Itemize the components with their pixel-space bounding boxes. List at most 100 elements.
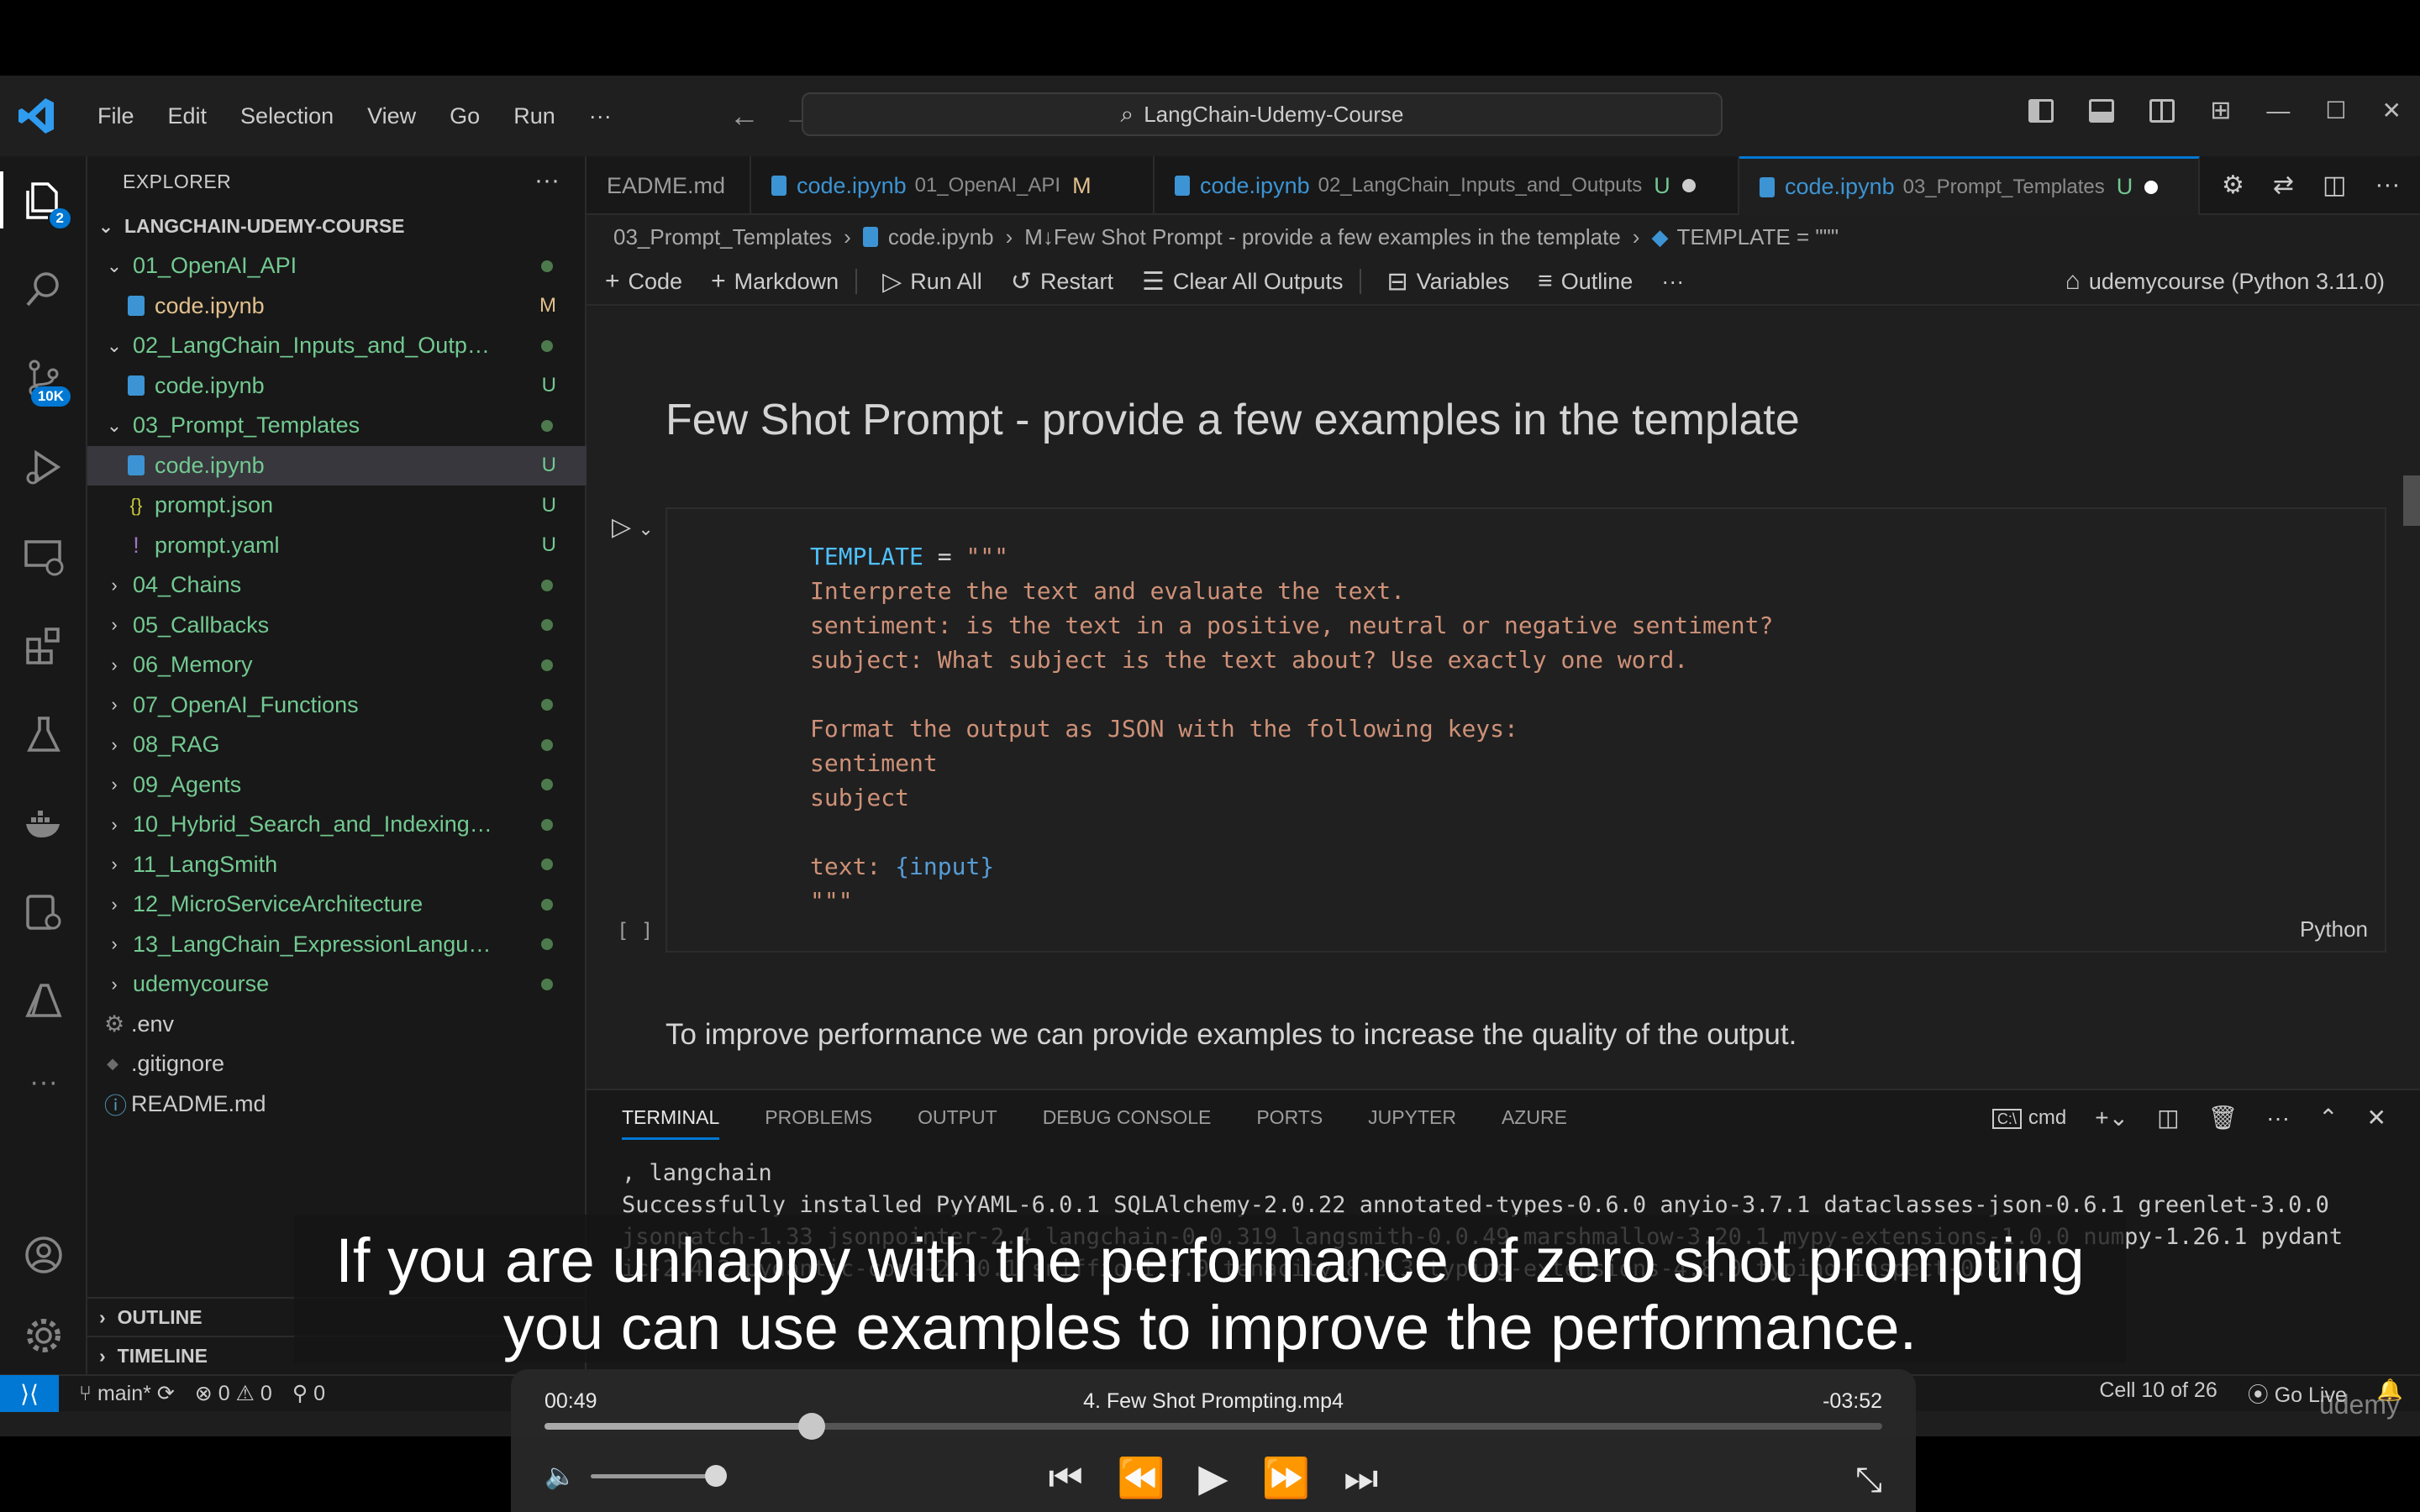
tab-code-01[interactable]: code.ipynb 01_OpenAI_API M — [751, 156, 1155, 215]
tab-code-03[interactable]: code.ipynb 03_Prompt_Templates U — [1739, 156, 2200, 215]
outline-button[interactable]: ≡ Outline — [1538, 267, 1633, 296]
menu-view[interactable]: View — [350, 103, 433, 129]
ports-count[interactable]: ⚲ 0 — [292, 1381, 325, 1406]
panel-tab-jupyter[interactable]: JUPYTER — [1368, 1106, 1456, 1129]
variables-button[interactable]: ⊟ Variables — [1386, 267, 1509, 297]
tree-item[interactable]: › 13_LangChain_ExpressionLanguage — [87, 925, 587, 964]
panel-more-icon[interactable]: ··· — [2266, 1105, 2290, 1131]
toggle-secondary-sidebar-icon[interactable] — [2149, 98, 2175, 123]
tree-item[interactable]: › udemycourse — [87, 964, 587, 1004]
explorer-icon[interactable]: 2 — [0, 160, 87, 240]
menu-file[interactable]: File — [81, 103, 151, 129]
maximize-icon[interactable]: ☐ — [2325, 97, 2346, 124]
unsaved-dot-icon[interactable] — [2144, 180, 2159, 194]
kernel-picker[interactable]: ⌂ udemycourse (Python 3.11.0) — [2065, 267, 2385, 296]
toolbar-more-button[interactable]: ··· — [1661, 269, 1684, 295]
tree-item[interactable]: ! prompt.yaml U — [87, 526, 587, 565]
breadcrumb-folder[interactable]: 03_Prompt_Templates — [613, 224, 832, 250]
tab-more-icon[interactable]: ··· — [2375, 171, 2400, 199]
manage-gear-icon[interactable] — [0, 1295, 87, 1376]
search-icon[interactable] — [0, 249, 87, 329]
seek-knob[interactable] — [798, 1413, 826, 1440]
close-window-icon[interactable]: ✕ — [2382, 97, 2402, 124]
panel-tab-problems[interactable]: PROBLEMS — [765, 1106, 872, 1129]
tree-item[interactable]: › 05_Callbacks — [87, 606, 587, 645]
menu-go[interactable]: Go — [433, 103, 497, 129]
toggle-sidebar-icon[interactable] — [2028, 98, 2054, 123]
jupyter-servers-icon[interactable] — [0, 872, 87, 953]
settings-gear-icon[interactable]: ⚙ — [2222, 171, 2244, 200]
add-markdown-cell-button[interactable]: + Markdown — [711, 267, 839, 296]
tree-item[interactable]: › 06_Memory — [87, 645, 587, 685]
run-all-button[interactable]: ▷ Run All — [882, 267, 982, 297]
docker-icon[interactable] — [0, 783, 87, 864]
chevron-down-icon[interactable]: ⌄ — [638, 518, 653, 539]
problems-count[interactable]: ⊗ 0 ⚠ 0 — [195, 1381, 272, 1406]
tree-item[interactable]: › 10_Hybrid_Search_and_Indexing_A... — [87, 805, 587, 844]
panel-tab-azure[interactable]: AZURE — [1502, 1106, 1567, 1129]
skip-to-end-icon[interactable]: ⏭ — [1344, 1455, 1378, 1502]
tree-item[interactable]: code.ipynb M — [87, 286, 587, 326]
extensions-icon[interactable] — [0, 605, 87, 685]
rewind-icon[interactable]: ⏪ — [1117, 1455, 1165, 1502]
more-views-icon[interactable]: ··· — [0, 1042, 87, 1122]
tab-readme[interactable]: EADME.md — [587, 156, 751, 215]
tree-item[interactable]: ⌄ 02_LangChain_Inputs_and_Outputs — [87, 326, 587, 365]
tree-item[interactable]: › 07_OpenAI_Functions — [87, 685, 587, 725]
compare-changes-icon[interactable]: ⇄ — [2273, 171, 2294, 200]
skip-to-start-icon[interactable]: ⏮ — [1049, 1455, 1083, 1502]
add-code-cell-button[interactable]: + Code — [605, 267, 682, 296]
explorer-more-icon[interactable]: ··· — [534, 166, 560, 195]
tree-item[interactable]: › 09_Agents — [87, 765, 587, 805]
menu-more[interactable]: ··· — [572, 103, 629, 129]
play-icon[interactable]: ▶ — [1198, 1455, 1228, 1502]
unsaved-dot-icon[interactable] — [1681, 179, 1696, 192]
tree-item[interactable]: › 11_LangSmith — [87, 845, 587, 885]
customize-layout-icon[interactable]: ⊞ — [2210, 96, 2231, 125]
tree-item[interactable]: ◆ .gitignore — [87, 1044, 587, 1084]
remote-indicator-icon[interactable]: ⟩⟨ — [0, 1375, 59, 1412]
scrollbar-thumb[interactable] — [2403, 475, 2420, 526]
panel-tab-output[interactable]: OUTPUT — [918, 1106, 997, 1129]
tab-code-02[interactable]: code.ipynb 02_LangChain_Inputs_and_Outpu… — [1155, 156, 1739, 215]
source-control-icon[interactable]: 10K — [0, 338, 87, 418]
split-terminal-icon[interactable]: ◫ — [2157, 1104, 2179, 1131]
git-branch[interactable]: ⑂ main* ⟳ — [79, 1381, 175, 1406]
panel-tab-terminal[interactable]: TERMINAL — [622, 1095, 720, 1140]
fast-forward-icon[interactable]: ⏩ — [1262, 1455, 1310, 1502]
menu-run[interactable]: Run — [497, 103, 572, 129]
tree-item[interactable]: code.ipynb U — [87, 445, 587, 486]
accounts-icon[interactable] — [0, 1215, 87, 1295]
workspace-root[interactable]: ⌄ LANGCHAIN-UDEMY-COURSE — [87, 207, 587, 246]
close-panel-icon[interactable]: ✕ — [2367, 1104, 2386, 1131]
menu-edit[interactable]: Edit — [151, 103, 224, 129]
exit-fullscreen-icon[interactable]: ⤡ — [1855, 1462, 1882, 1499]
split-editor-icon[interactable]: ◫ — [2323, 171, 2346, 200]
clear-outputs-button[interactable]: ☰ Clear All Outputs — [1142, 267, 1344, 297]
tree-item[interactable]: › 12_MicroServiceArchitecture — [87, 885, 587, 924]
tree-item[interactable]: › 08_RAG — [87, 725, 587, 764]
breadcrumb-symbol[interactable]: TEMPLATE = """ — [1676, 224, 1839, 250]
seek-bar[interactable] — [544, 1413, 1882, 1440]
breadcrumb-markdown-section[interactable]: M↓Few Shot Prompt - provide a few exampl… — [1024, 224, 1621, 250]
tree-item[interactable]: ⌄ 01_OpenAI_API — [87, 246, 587, 286]
menu-selection[interactable]: Selection — [224, 103, 350, 129]
restart-button[interactable]: ↺ Restart — [1011, 267, 1113, 297]
toggle-panel-icon[interactable] — [2089, 98, 2115, 123]
tree-item[interactable]: ⌄ 03_Prompt_Templates — [87, 406, 587, 445]
code-editor[interactable]: TEMPLATE = """ Interprete the text and ev… — [810, 539, 1773, 918]
terminal-shell[interactable]: C:\ cmd — [1991, 1106, 2066, 1130]
remote-explorer-icon[interactable] — [0, 516, 87, 596]
panel-tab-ports[interactable]: PORTS — [1256, 1106, 1323, 1129]
panel-tab-debug-console[interactable]: DEBUG CONSOLE — [1043, 1106, 1212, 1129]
back-arrow-icon[interactable]: ← — [729, 98, 760, 134]
trash-icon[interactable]: 🗑 — [2208, 1104, 2238, 1131]
new-terminal-icon[interactable]: +⌄ — [2095, 1104, 2128, 1131]
cell-language[interactable]: Python — [2300, 916, 2368, 942]
testing-flask-icon[interactable] — [0, 694, 87, 774]
run-cell-button[interactable]: ▷ ⌄ — [612, 512, 654, 542]
run-debug-icon[interactable] — [0, 427, 87, 507]
cell-position[interactable]: Cell 10 of 26 — [2099, 1378, 2217, 1409]
azure-icon[interactable] — [0, 961, 87, 1042]
tree-item[interactable]: code.ipynb U — [87, 366, 587, 406]
